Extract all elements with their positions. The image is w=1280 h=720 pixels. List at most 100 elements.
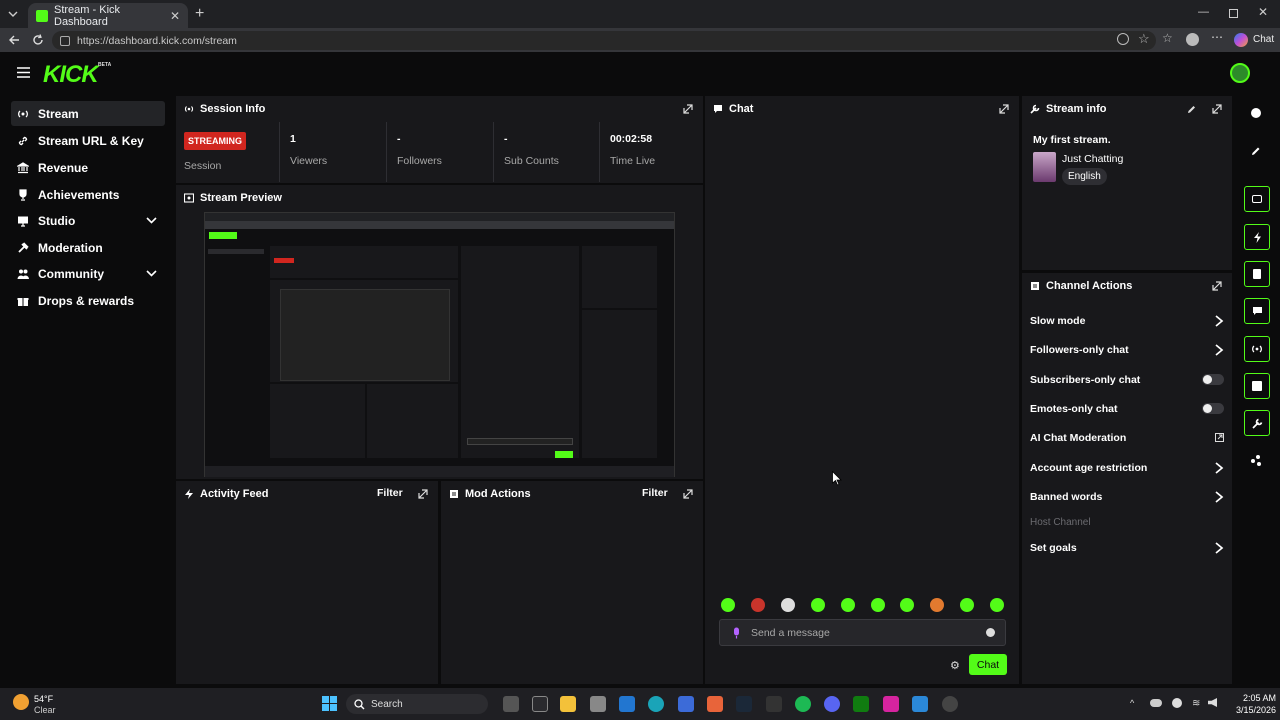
instagram-icon[interactable] [883,696,899,712]
chevron-right-icon[interactable] [1214,344,1224,356]
sidebar-item-moderation[interactable]: Moderation [11,235,165,260]
mod-filter-button[interactable]: Filter [642,487,668,499]
chat-settings-gear-icon[interactable]: ⚙ [950,659,960,672]
popout-icon[interactable] [1212,104,1222,114]
quick-action-bolt-button[interactable] [1244,224,1270,250]
site-info-icon[interactable] [60,35,70,46]
xbox-icon[interactable] [853,696,869,712]
sidebar-item-stream-url-key[interactable]: Stream URL & Key [11,128,165,153]
emote-icon[interactable] [900,598,914,612]
external-link-icon[interactable] [1215,433,1224,442]
weather-icon[interactable] [13,694,29,710]
emote-icon[interactable] [721,598,735,612]
popout-icon[interactable] [1212,281,1222,291]
kick-logo[interactable]: KICK [43,61,99,89]
info-icon[interactable] [1251,108,1261,118]
chevron-down-icon[interactable] [146,268,157,279]
more-options-icon[interactable]: ⋯ [1211,30,1223,44]
set-goals-action[interactable]: Set goals [1030,542,1077,554]
edge-browser-icon[interactable] [648,696,664,712]
sidebar-item-community[interactable]: Community [11,261,165,286]
steam-icon[interactable] [736,696,752,712]
url-field[interactable]: https://dashboard.kick.com/stream [52,31,1156,50]
spotify-icon[interactable] [795,696,811,712]
quick-action-notes-button[interactable] [1244,261,1270,287]
minimize-icon[interactable]: — [1198,6,1209,18]
emoji-picker-icon[interactable] [986,628,995,637]
popout-icon[interactable] [418,489,428,499]
activity-filter-button[interactable]: Filter [377,487,403,499]
profile-avatar-icon[interactable] [1186,33,1199,46]
outlook-icon[interactable] [619,696,635,712]
discord-icon[interactable] [824,696,840,712]
sidebar-item-achievements[interactable]: Achievements [11,182,165,207]
tray-chevron-icon[interactable]: ^ [1130,698,1134,708]
app-icon[interactable] [912,696,928,712]
chevron-right-icon[interactable] [1214,491,1224,503]
quick-action-printer-button[interactable] [1244,373,1270,399]
emotes-only-toggle[interactable] [1202,403,1224,414]
new-tab-plus-icon[interactable]: + [195,5,204,23]
obs-icon[interactable] [942,696,958,712]
store-icon[interactable] [590,696,606,712]
quick-action-broadcast-button[interactable] [1244,336,1270,362]
copilot-label[interactable]: Chat [1253,34,1274,45]
account-age-action[interactable]: Account age restriction [1030,462,1147,474]
sidebar-item-revenue[interactable]: Revenue [11,155,165,180]
close-window-icon[interactable]: ✕ [1258,5,1268,19]
sidebar-item-studio[interactable]: Studio [11,208,165,233]
popout-icon[interactable] [999,104,1009,114]
stream-preview-video[interactable] [204,212,675,477]
task-view-icon[interactable] [503,696,519,712]
slow-mode-action[interactable]: Slow mode [1030,315,1085,327]
emote-icon[interactable] [930,598,944,612]
reader-mode-icon[interactable] [1117,33,1129,45]
quick-action-wrench-button[interactable] [1244,410,1270,436]
hamburger-menu-icon[interactable] [17,67,30,78]
favorites-list-icon[interactable]: ☆ [1162,31,1173,45]
app-icon[interactable] [532,696,548,712]
back-icon[interactable] [7,33,21,47]
chat-message-input[interactable]: Send a message [719,619,1006,646]
browser-tab[interactable]: Stream - Kick Dashboard ✕ [28,3,188,28]
chevron-right-icon[interactable] [1214,315,1224,327]
taskbar-search[interactable]: Search [346,694,488,714]
emote-icon[interactable] [871,598,885,612]
file-explorer-icon[interactable] [560,696,576,712]
emote-icon[interactable] [841,598,855,612]
popout-icon[interactable] [683,104,693,114]
quick-action-chat-button[interactable] [1244,298,1270,324]
quick-action-camera-button[interactable] [1244,186,1270,212]
onedrive-icon[interactable] [1150,699,1162,707]
tab-list-chevron-icon[interactable] [7,8,19,20]
microphone-icon[interactable] [732,627,741,639]
emote-icon[interactable] [751,598,765,612]
emote-icon[interactable] [811,598,825,612]
chat-send-button[interactable]: Chat [969,654,1007,675]
tray-app-icon[interactable] [1172,698,1182,708]
sidebar-item-drops-rewards[interactable]: Drops & rewards [11,288,165,313]
app-icon[interactable] [678,696,694,712]
close-tab-icon[interactable]: ✕ [170,9,180,23]
taskbar-clock-time[interactable]: 2:05 AM [1234,693,1276,703]
edit-pencil-icon[interactable] [1187,105,1196,114]
epic-games-icon[interactable] [766,696,782,712]
popout-icon[interactable] [683,489,693,499]
chevron-right-icon[interactable] [1214,462,1224,474]
maximize-icon[interactable] [1229,9,1238,18]
reload-icon[interactable] [31,33,45,47]
emote-icon[interactable] [781,598,795,612]
ai-moderation-action[interactable]: AI Chat Moderation [1030,432,1126,444]
followers-only-action[interactable]: Followers-only chat [1030,344,1129,356]
emote-icon[interactable] [990,598,1004,612]
subscribers-only-toggle[interactable] [1202,374,1224,385]
user-avatar[interactable] [1230,63,1250,83]
chevron-right-icon[interactable] [1214,542,1224,554]
chevron-down-icon[interactable] [146,215,157,226]
copilot-icon[interactable] [1234,33,1248,47]
extensions-icon[interactable] [1251,455,1262,466]
banned-words-action[interactable]: Banned words [1030,491,1102,503]
taskbar-clock-date[interactable]: 3/15/2026 [1226,705,1276,715]
app-icon[interactable] [707,696,723,712]
emote-icon[interactable] [960,598,974,612]
